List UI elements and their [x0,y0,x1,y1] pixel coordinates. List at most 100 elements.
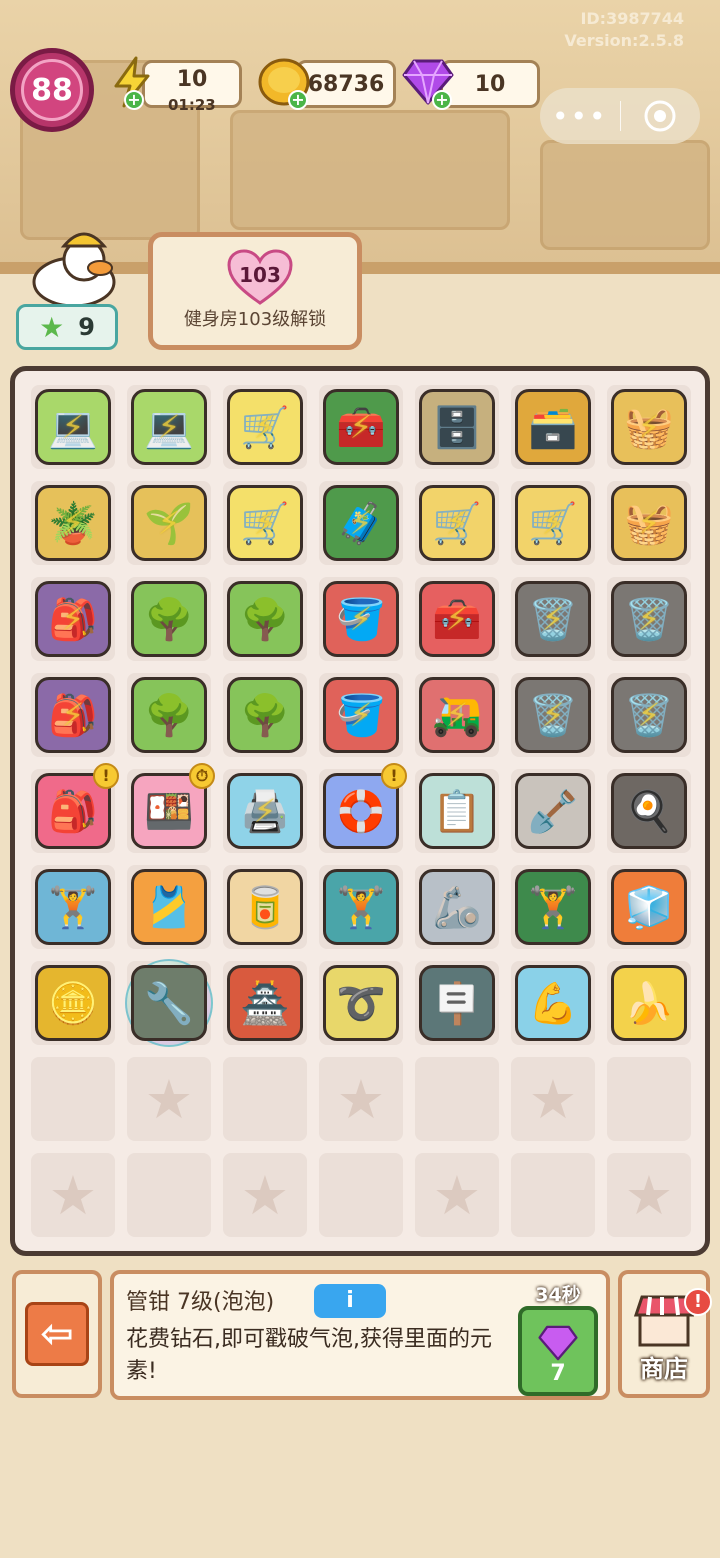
board-cell[interactable]: 🛒 ⚡ [217,475,313,571]
board-cell[interactable]: 🧊 [601,859,697,955]
merge-item-icon[interactable]: 🏋️ [515,869,591,945]
board-cell[interactable]: 🏋️ [505,859,601,955]
board-cell[interactable]: 🪧 [409,955,505,1051]
board-cell[interactable]: 🛟! [313,763,409,859]
board-cell[interactable] [505,1147,601,1243]
board-cell[interactable]: 🗑️ ⚡ [505,667,601,763]
board-cell[interactable]: ★ [25,1147,121,1243]
merge-item-icon[interactable]: 🦾 [419,869,495,945]
merge-item-icon[interactable]: 🏯 [227,965,303,1041]
board-cell[interactable]: 🏋️ [25,859,121,955]
board-cell[interactable]: ★ [601,1147,697,1243]
shop-button[interactable]: 商店 ! [618,1270,712,1398]
board-cell[interactable]: 🪣 ⚡ [313,571,409,667]
exit-button[interactable]: ⇦ [12,1270,102,1398]
more-dots-icon[interactable]: ••• [540,100,620,133]
board-cell[interactable]: 🛒 ⚡ [409,475,505,571]
board-cell[interactable]: 🦾 [409,859,505,955]
energy-plus-icon[interactable]: + [124,90,144,110]
merge-item-icon[interactable]: 🪧 [419,965,495,1041]
merge-item-icon[interactable]: 🌳 [227,581,303,657]
board-cell[interactable]: ★ [121,1051,217,1147]
board-cell[interactable]: 🎒 ⚡ [25,667,121,763]
board-cell[interactable]: 🥫 [217,859,313,955]
board-cell[interactable]: 💻 ⚡ [121,379,217,475]
board-cell[interactable]: 🧺 ⚡ [601,379,697,475]
board-cell[interactable]: ★ [313,1051,409,1147]
board-cell[interactable]: 🌱 ⚡ [121,475,217,571]
gem-plus-icon[interactable]: + [432,90,452,110]
unlock-card[interactable]: 103 健身房103级解锁 [148,232,362,350]
board-cell[interactable]: 🖨️ ⚡ [217,763,313,859]
board-cell[interactable]: 🗑️ ⚡ [601,667,697,763]
board-cell[interactable]: 🛒 ⚡ [217,379,313,475]
board-cell[interactable]: 🧳 ⚡ [313,475,409,571]
board-cell[interactable]: 🪴 ⚡ [25,475,121,571]
board-cell[interactable]: 🌳 [121,667,217,763]
info-button[interactable]: i [314,1284,386,1318]
merge-item-icon[interactable]: 🏋️ [323,869,399,945]
board-cell[interactable]: 🧺 ⚡ [601,475,697,571]
pop-bubble-button[interactable]: 7 [518,1306,598,1396]
merge-item-icon[interactable]: 🔧 [131,965,207,1041]
board-cell[interactable]: 💻 ⚡ [25,379,121,475]
board-cell[interactable]: 🎽 [121,859,217,955]
board-cell[interactable]: 🗃️ [505,379,601,475]
merge-item-icon[interactable]: ➰ [323,965,399,1041]
board-cell[interactable]: 🎒! [25,763,121,859]
coin-plus-icon[interactable]: + [288,90,308,110]
board-cell[interactable]: 🌳 [217,667,313,763]
merge-item-icon[interactable]: 🎽 [131,869,207,945]
merge-item-icon[interactable]: 🪏 [515,773,591,849]
board-cell[interactable]: 🧰 ⚡ [313,379,409,475]
board-cell[interactable] [121,1147,217,1243]
board-cell[interactable]: 🌳 [217,571,313,667]
merge-item-icon[interactable]: 🪙 [35,965,111,1041]
board-cell[interactable] [25,1051,121,1147]
board-cell[interactable]: 🗑️ ⚡ [505,571,601,667]
board-cell[interactable] [409,1051,505,1147]
board-cell[interactable]: 🪏 [505,763,601,859]
board-cell[interactable] [313,1147,409,1243]
merge-item-icon[interactable]: 📋 [419,773,495,849]
merge-item-icon[interactable]: 🍳 [611,773,687,849]
board-cell[interactable]: 📋 [409,763,505,859]
merge-item-icon[interactable]: 🗄️ [419,389,495,465]
board-cell[interactable]: ★ [217,1147,313,1243]
board-cell[interactable]: 🍳 [601,763,697,859]
pop-timer: 34秒 [535,1284,581,1306]
board-cell[interactable]: 🧰 ⚡ [409,571,505,667]
duck-mascot-icon[interactable] [28,226,120,308]
merge-item-icon[interactable]: 🗃️ [515,389,591,465]
board-cell[interactable]: 🗄️ [409,379,505,475]
board-cell[interactable]: 🍌 [601,955,697,1051]
board-cell[interactable]: ➰ [313,955,409,1051]
board-cell[interactable]: 🌳 [121,571,217,667]
merge-item-icon[interactable]: 🌳 [131,581,207,657]
merge-item-icon[interactable]: 🏋️ [35,869,111,945]
board-cell[interactable]: 🪣 ⚡ [313,667,409,763]
board-cell[interactable]: 🍱 ⏱ [121,763,217,859]
merge-item-icon[interactable]: 🌳 [227,677,303,753]
board-cell[interactable]: ★ [505,1051,601,1147]
board-cell[interactable]: 🔧 [121,955,217,1051]
merge-item-icon[interactable]: 🥫 [227,869,303,945]
board-cell[interactable]: 🪙 [25,955,121,1051]
board-cell[interactable]: ★ [409,1147,505,1243]
board-cell[interactable] [601,1051,697,1147]
target-icon[interactable] [621,99,701,133]
merge-item-icon[interactable]: 💪 [515,965,591,1041]
board-cell[interactable]: 💪 [505,955,601,1051]
star-counter[interactable]: ★ 9 [16,304,118,350]
board-cell[interactable]: 🏯 [217,955,313,1051]
merge-item-icon[interactable]: 🌳 [131,677,207,753]
board-cell[interactable]: 🗑️ ⚡ [601,571,697,667]
player-level-badge[interactable]: 88 [10,48,94,132]
board-cell[interactable]: 🛺 ⚡ [409,667,505,763]
board-cell[interactable] [217,1051,313,1147]
board-cell[interactable]: 🎒 ⚡ [25,571,121,667]
board-cell[interactable]: 🏋️ [313,859,409,955]
merge-item-icon[interactable]: 🍌 [611,965,687,1041]
merge-item-icon[interactable]: 🧊 [611,869,687,945]
board-cell[interactable]: 🛒 ⚡ [505,475,601,571]
